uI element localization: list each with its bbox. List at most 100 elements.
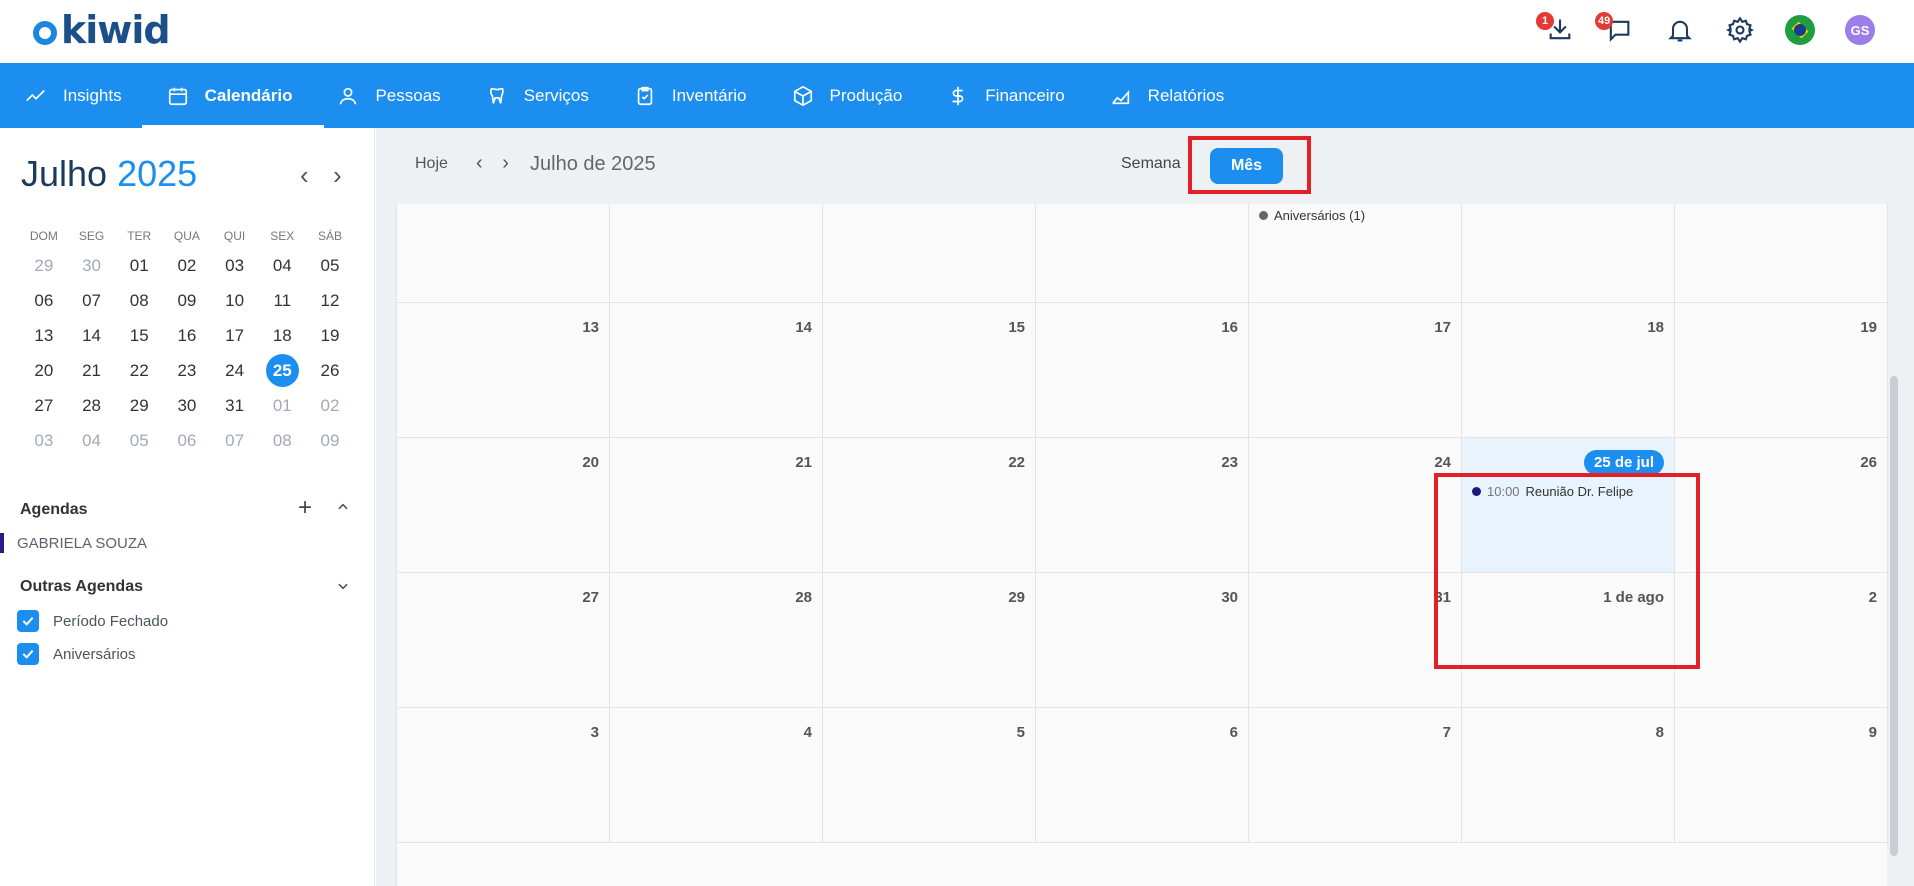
nav-item-insights[interactable]: Insights (25, 63, 149, 128)
mini-day[interactable]: 29 (115, 396, 163, 416)
calendar-day[interactable]: 19 (1675, 303, 1888, 437)
calendar-day[interactable] (1675, 204, 1888, 302)
calendar-day[interactable] (397, 204, 610, 302)
calendar-day[interactable]: 21 (610, 438, 823, 572)
next-month-button[interactable]: › (502, 152, 509, 174)
calendar-day[interactable]: 2 (1675, 573, 1888, 707)
calendar-day[interactable]: 3 (397, 708, 610, 842)
mini-day[interactable]: 07 (211, 431, 259, 451)
calendar-day[interactable] (823, 204, 1036, 302)
mini-day[interactable]: 07 (68, 291, 116, 311)
calendar-day[interactable]: 17 (1249, 303, 1462, 437)
expand-outras-agendas-button[interactable] (336, 579, 350, 598)
mini-day[interactable]: 29 (20, 256, 68, 276)
mini-day[interactable]: 02 (306, 396, 354, 416)
mini-day[interactable]: 06 (163, 431, 211, 451)
calendar-day[interactable] (1462, 204, 1675, 302)
calendar-day[interactable]: 5 (823, 708, 1036, 842)
nav-item-financeiro[interactable]: Financeiro (947, 63, 1091, 128)
nav-item-inventario[interactable]: Inventário (634, 63, 774, 128)
mini-day[interactable]: 04 (258, 256, 306, 276)
scrollbar[interactable] (1890, 376, 1898, 856)
mini-day[interactable]: 09 (306, 431, 354, 451)
mini-day[interactable]: 27 (20, 396, 68, 416)
language-button[interactable] (1784, 14, 1816, 46)
mini-day[interactable]: 23 (163, 361, 211, 381)
mini-day[interactable]: 26 (306, 361, 354, 381)
birthday-event[interactable]: Aniversários (1) (1259, 208, 1365, 223)
notifications-button[interactable] (1664, 14, 1696, 46)
agenda-aniversarios[interactable]: Aniversários (17, 643, 136, 665)
mini-day[interactable]: 18 (258, 326, 306, 346)
mini-day[interactable]: 17 (211, 326, 259, 346)
user-menu-button[interactable]: GS (1844, 14, 1876, 46)
calendar-day[interactable] (610, 204, 823, 302)
nav-item-relatorios[interactable]: Relatórios (1110, 63, 1252, 128)
calendar-day[interactable]: 28 (610, 573, 823, 707)
calendar-day[interactable]: 13 (397, 303, 610, 437)
calendar-day[interactable]: 15 (823, 303, 1036, 437)
calendar-day[interactable]: 4 (610, 708, 823, 842)
mini-day[interactable]: 05 (306, 256, 354, 276)
mini-day[interactable]: 03 (20, 431, 68, 451)
calendar-day[interactable]: 29 (823, 573, 1036, 707)
mini-day[interactable]: 02 (163, 256, 211, 276)
mini-day[interactable]: 15 (115, 326, 163, 346)
calendar-day[interactable]: 26 (1675, 438, 1888, 572)
calendar-day[interactable] (1036, 204, 1249, 302)
mini-day[interactable]: 22 (115, 361, 163, 381)
mini-day[interactable]: 10 (211, 291, 259, 311)
today-button[interactable]: Hoje (415, 155, 448, 173)
agenda-periodo-fechado[interactable]: Período Fechado (17, 610, 168, 632)
mini-day[interactable]: 04 (68, 431, 116, 451)
mini-day[interactable]: 16 (163, 326, 211, 346)
calendar-day[interactable]: 20 (397, 438, 610, 572)
mini-day[interactable]: 01 (258, 396, 306, 416)
mini-prev-month-button[interactable]: ‹ (300, 160, 309, 191)
mini-day[interactable]: 21 (68, 361, 116, 381)
prev-month-button[interactable]: ‹ (476, 152, 483, 174)
calendar-day[interactable]: 8 (1462, 708, 1675, 842)
calendar-day[interactable]: Aniversários (1) (1249, 204, 1462, 302)
mini-day[interactable]: 03 (211, 256, 259, 276)
collapse-agendas-button[interactable] (336, 500, 350, 519)
checkbox-checked[interactable] (17, 610, 39, 632)
calendar-day[interactable]: 30 (1036, 573, 1249, 707)
agenda-user[interactable]: GABRIELA SOUZA (17, 535, 147, 552)
calendar-day[interactable]: 14 (610, 303, 823, 437)
mini-day[interactable]: 30 (68, 256, 116, 276)
mini-day[interactable]: 28 (68, 396, 116, 416)
calendar-day[interactable]: 24 (1249, 438, 1462, 572)
mini-day[interactable]: 08 (115, 291, 163, 311)
nav-item-producao[interactable]: Produção (792, 63, 930, 128)
nav-item-pessoas[interactable]: Pessoas (337, 63, 467, 128)
week-view-button[interactable]: Semana (1121, 155, 1181, 173)
kiwid-logo[interactable]: kiwid (33, 8, 171, 52)
nav-item-servicos[interactable]: Serviços (486, 63, 616, 128)
mini-day[interactable]: 11 (258, 291, 306, 311)
calendar-day[interactable]: 18 (1462, 303, 1675, 437)
checkbox-checked[interactable] (17, 643, 39, 665)
download-button[interactable]: 1 (1536, 12, 1576, 46)
calendar-day[interactable]: 6 (1036, 708, 1249, 842)
calendar-day[interactable]: 27 (397, 573, 610, 707)
calendar-day[interactable]: 31 (1249, 573, 1462, 707)
nav-item-calendario[interactable]: Calendário (141, 63, 325, 128)
mini-day[interactable]: 20 (20, 361, 68, 381)
calendar-day[interactable]: 23 (1036, 438, 1249, 572)
mini-day[interactable]: 30 (163, 396, 211, 416)
mini-day[interactable]: 09 (163, 291, 211, 311)
calendar-day[interactable]: 7 (1249, 708, 1462, 842)
mini-next-month-button[interactable]: › (333, 160, 342, 191)
mini-day[interactable]: 13 (20, 326, 68, 346)
mini-day[interactable]: 19 (306, 326, 354, 346)
mini-day[interactable]: 08 (258, 431, 306, 451)
mini-day[interactable]: 06 (20, 291, 68, 311)
mini-day[interactable]: 12 (306, 291, 354, 311)
mini-day[interactable]: 31 (211, 396, 259, 416)
messages-button[interactable]: 49 (1595, 12, 1635, 46)
mini-day[interactable]: 05 (115, 431, 163, 451)
calendar-day[interactable]: 22 (823, 438, 1036, 572)
settings-button[interactable] (1724, 14, 1756, 46)
mini-day-today[interactable]: 25 (258, 354, 306, 387)
